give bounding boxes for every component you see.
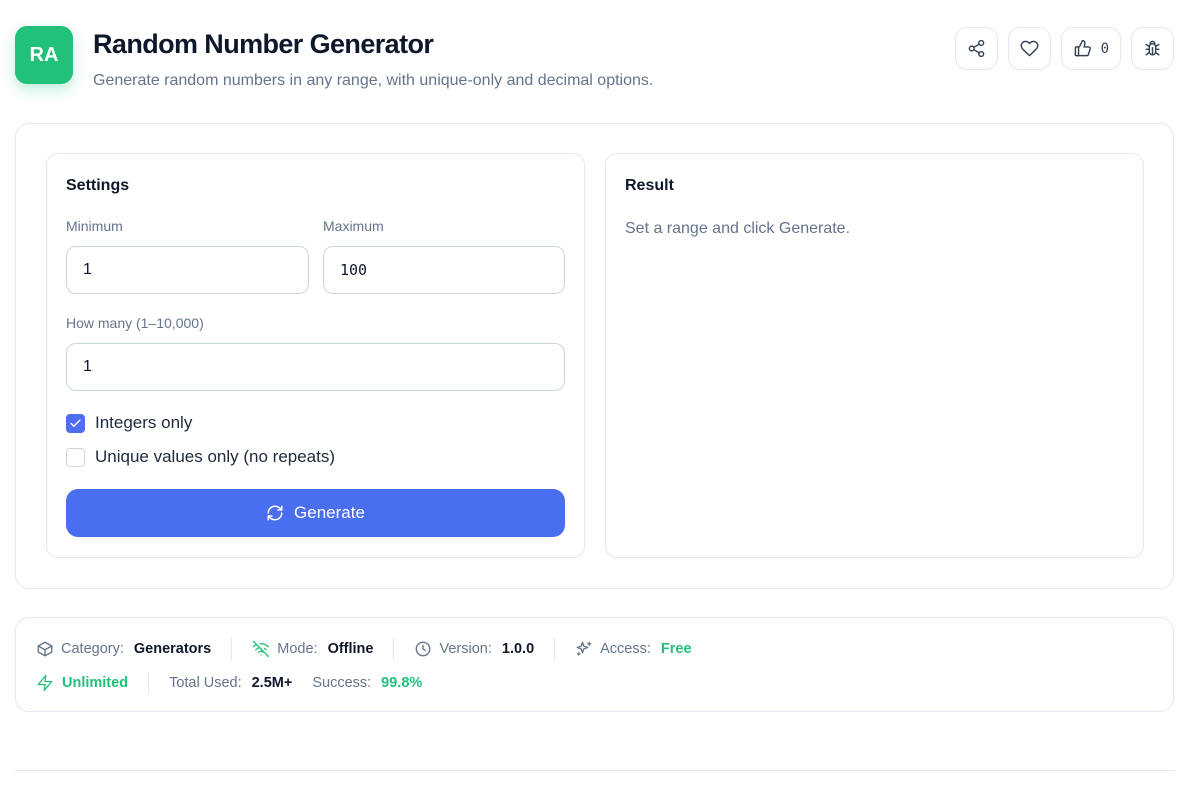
result-placeholder: Set a range and click Generate. — [625, 220, 851, 237]
unique-values-option[interactable]: Unique values only (no repeats) — [66, 447, 335, 467]
result-title: Result — [625, 177, 674, 194]
like-button[interactable]: 0 — [1060, 27, 1121, 70]
tool-card: Settings Minimum 1 Maximum 100 How many … — [15, 123, 1174, 589]
settings-panel: Settings Minimum 1 Maximum 100 How many … — [46, 153, 585, 558]
access-info: Access: Free — [575, 640, 692, 658]
count-input[interactable]: 1 — [66, 343, 565, 391]
divider — [231, 638, 233, 660]
heart-icon — [1020, 40, 1039, 57]
tool-info-card: Category: Generators Mode: Offline Versi… — [15, 617, 1174, 712]
header-actions: 0 — [954, 27, 1174, 70]
success-info: Success: 99.8% — [312, 675, 422, 691]
sparkles-icon — [576, 641, 592, 656]
box-icon — [37, 641, 53, 657]
category-label: Category: — [61, 641, 124, 657]
total-used-value: 2.5M+ — [251, 675, 293, 691]
divider — [554, 638, 556, 660]
integers-only-option[interactable]: Integers only — [66, 413, 192, 433]
unique-values-label: Unique values only (no repeats) — [95, 447, 336, 466]
info-row-primary: Category: Generators Mode: Offline Versi… — [36, 638, 692, 660]
usage-limit-info: Unlimited — [36, 674, 128, 692]
version-info: Version: 1.0.0 — [414, 640, 534, 658]
wifi-off-icon — [253, 640, 270, 658]
minimum-label: Minimum — [66, 218, 123, 234]
integers-only-checkbox[interactable] — [66, 413, 85, 433]
like-count: 0 — [1100, 40, 1109, 57]
generate-button[interactable]: Generate — [66, 489, 565, 537]
info-row-secondary: Unlimited Total Used: 2.5M+ Success: 99.… — [36, 672, 422, 694]
unique-values-checkbox[interactable] — [66, 447, 85, 467]
maximum-label: Maximum — [323, 218, 384, 234]
access-label: Access: — [600, 641, 651, 657]
integers-only-label: Integers only — [95, 413, 193, 432]
success-value: 99.8% — [381, 675, 423, 691]
lightning-icon — [37, 674, 53, 692]
page-title: Random Number Generator — [93, 29, 434, 59]
settings-title: Settings — [66, 177, 130, 194]
divider — [148, 672, 150, 694]
share-icon — [968, 39, 984, 58]
usage-limit-value: Unlimited — [62, 675, 129, 691]
app-logo: RA — [15, 26, 73, 84]
result-panel: Result Set a range and click Generate. — [605, 153, 1144, 558]
total-used-label: Total Used: — [169, 675, 242, 691]
check-icon — [70, 419, 81, 427]
refresh-icon — [267, 505, 283, 521]
mode-value: Offline — [327, 641, 374, 657]
total-used-info: Total Used: 2.5M+ — [169, 675, 292, 691]
clock-icon — [416, 641, 431, 657]
success-label: Success: — [312, 675, 372, 691]
share-button[interactable] — [954, 27, 998, 70]
thumbs-up-icon — [1074, 39, 1091, 57]
access-value: Free — [660, 641, 692, 657]
page-subtitle: Generate random numbers in any range, wi… — [93, 72, 654, 89]
footer-divider — [15, 770, 1174, 771]
version-value: 1.0.0 — [501, 641, 535, 657]
generate-label: Generate — [294, 503, 365, 522]
version-label: Version: — [439, 641, 492, 657]
count-label: How many (1–10,000) — [66, 315, 204, 331]
category-info: Category: Generators — [36, 640, 211, 658]
maximum-input[interactable]: 100 — [323, 246, 565, 294]
mode-label: Mode: — [277, 641, 318, 657]
divider — [393, 638, 395, 660]
report-bug-button[interactable] — [1131, 27, 1174, 70]
favorite-button[interactable] — [1007, 27, 1051, 70]
bug-icon — [1145, 40, 1160, 56]
minimum-input[interactable]: 1 — [66, 246, 309, 294]
category-value: Generators — [133, 641, 212, 657]
mode-info: Mode: Offline — [252, 640, 373, 658]
